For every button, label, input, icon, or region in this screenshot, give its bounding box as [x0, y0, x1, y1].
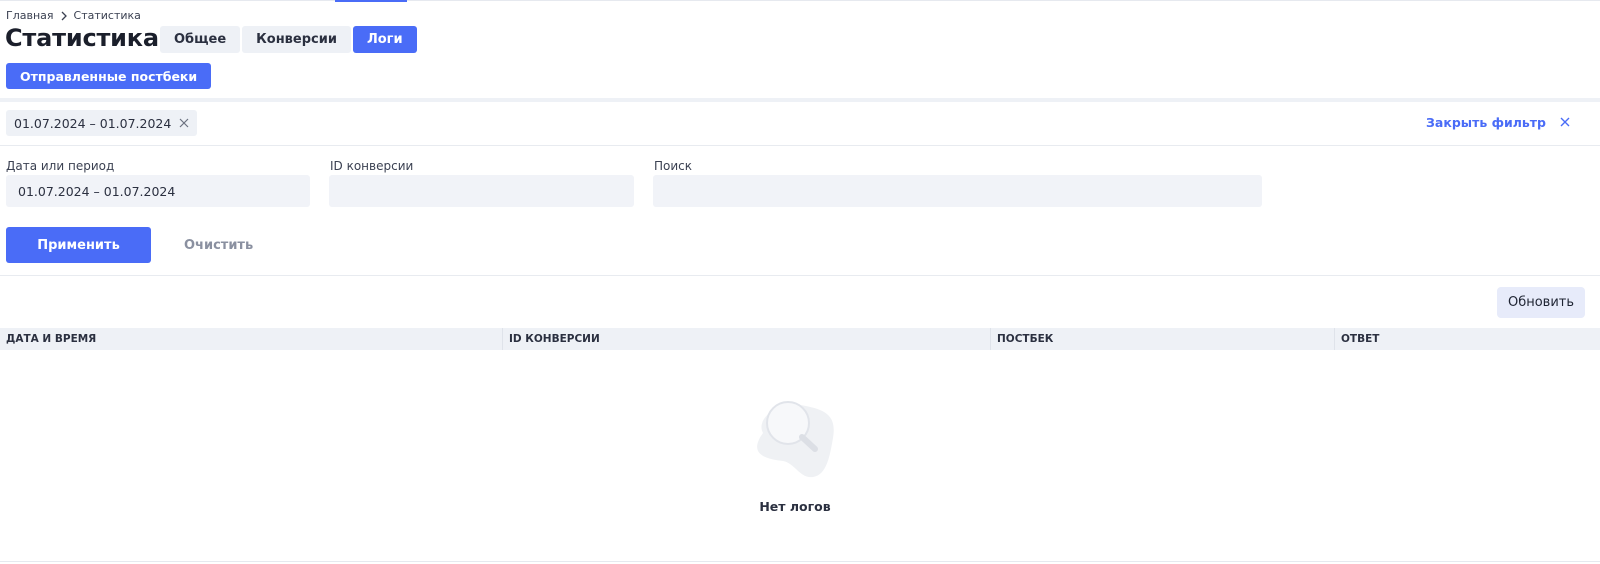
section-divider: [0, 98, 1600, 102]
page-title: Статистика: [5, 24, 159, 52]
apply-button[interactable]: Применить: [6, 227, 151, 263]
active-filter-chip: 01.07.2024 – 01.07.2024: [6, 110, 198, 136]
chevron-right-icon: [60, 11, 68, 21]
active-tab-indicator: [335, 0, 407, 2]
stats-tabs: Общее Конверсии Логи: [160, 26, 417, 53]
filter-divider: [0, 145, 1600, 146]
column-header-datetime[interactable]: ДАТА И ВРЕМЯ: [0, 328, 503, 350]
tab-logs[interactable]: Логи: [352, 26, 417, 53]
column-header-conversion-id[interactable]: ID КОНВЕРСИИ: [503, 328, 991, 350]
bottom-border: [0, 561, 1600, 562]
search-label: Поиск: [654, 159, 693, 173]
top-border: [0, 0, 1600, 1]
conversion-id-label: ID конверсии: [330, 159, 414, 173]
search-input[interactable]: [653, 175, 1262, 207]
date-period-field[interactable]: [6, 175, 310, 207]
magnifier-icon: [745, 393, 845, 483]
close-filter-button[interactable]: Закрыть фильтр: [1426, 115, 1570, 130]
clear-button[interactable]: Очистить: [170, 227, 267, 263]
breadcrumb-home[interactable]: Главная: [6, 9, 54, 22]
date-field-label: Дата или период: [6, 159, 115, 173]
sent-postbacks-button[interactable]: Отправленные постбеки: [6, 63, 212, 89]
tab-conversions[interactable]: Конверсии: [242, 26, 351, 53]
filter-chip-label: 01.07.2024 – 01.07.2024: [14, 115, 172, 131]
close-filter-label: Закрыть фильтр: [1426, 115, 1546, 130]
refresh-button[interactable]: Обновить: [1497, 287, 1585, 318]
logs-table-header: ДАТА И ВРЕМЯ ID КОНВЕРСИИ ПОСТБЕК ОТВЕТ: [0, 328, 1600, 350]
close-icon[interactable]: [179, 118, 189, 128]
breadcrumb: Главная Статистика: [6, 9, 141, 22]
breadcrumb-current: Статистика: [73, 9, 141, 22]
filter-bottom-divider: [0, 275, 1600, 276]
empty-state-text: Нет логов: [759, 499, 831, 514]
column-header-response[interactable]: ОТВЕТ: [1335, 328, 1600, 350]
conversion-id-field[interactable]: [329, 175, 634, 207]
column-header-postback[interactable]: ПОСТБЕК: [991, 328, 1335, 350]
tab-general[interactable]: Общее: [160, 26, 241, 53]
close-icon: [1560, 115, 1570, 130]
